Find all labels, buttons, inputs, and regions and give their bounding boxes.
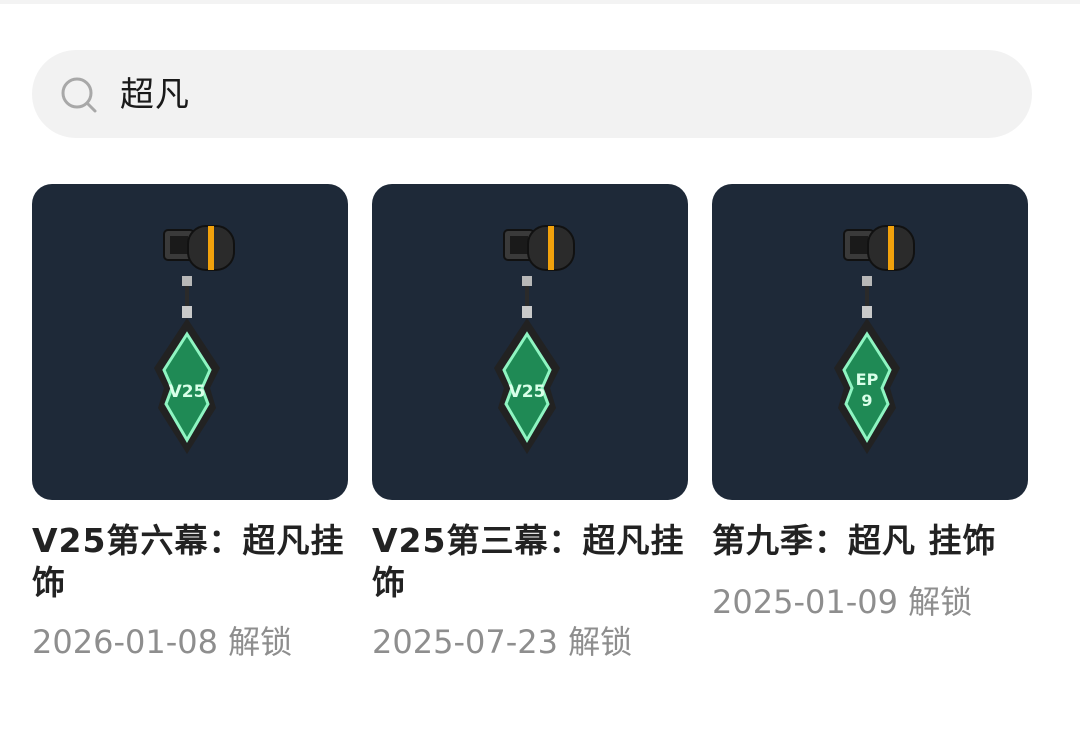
charm-image: V25 <box>494 225 575 454</box>
charm-emblem: V25 <box>509 382 546 402</box>
search-icon[interactable] <box>58 74 102 118</box>
unlock-date: 2025-01-09 解锁 <box>712 583 973 621</box>
item-thumbnail[interactable]: V25 <box>372 184 688 500</box>
charm-emblem: V25 <box>169 382 206 402</box>
item-card[interactable]: V25 V25第六幕：超凡挂饰 2026-01-08 解锁 <box>32 184 348 684</box>
item-title[interactable]: V25第三幕：超凡挂饰 <box>372 520 688 604</box>
charm-image: EP 9 <box>834 225 915 454</box>
item-card[interactable]: EP 9 第九季：超凡 挂饰 2025-01-09 解锁 <box>712 184 1028 684</box>
search-input[interactable]: 超凡 <box>120 72 190 118</box>
item-title[interactable]: 第九季：超凡 挂饰 <box>712 520 1028 562</box>
results-grid: V25 V25第六幕：超凡挂饰 2026-01-08 解锁 V25 V25第三幕… <box>32 184 1032 704</box>
item-thumbnail[interactable]: V25 <box>32 184 348 500</box>
item-title[interactable]: V25第六幕：超凡挂饰 <box>32 520 348 604</box>
charm-emblem-line1: EP <box>856 370 879 389</box>
charm-image: V25 <box>154 225 235 454</box>
item-card[interactable]: V25 V25第三幕：超凡挂饰 2025-07-23 解锁 <box>372 184 688 684</box>
unlock-date: 2026-01-08 解锁 <box>32 623 293 661</box>
item-thumbnail[interactable]: EP 9 <box>712 184 1028 500</box>
top-divider <box>0 0 1080 4</box>
unlock-date: 2025-07-23 解锁 <box>372 623 633 661</box>
charm-emblem-line2: 9 <box>861 391 872 410</box>
